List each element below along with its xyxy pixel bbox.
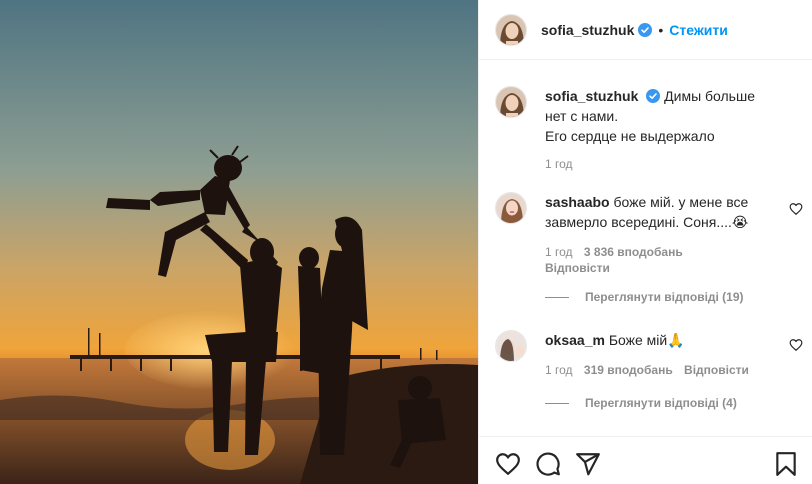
commenter-avatar[interactable] [495,330,527,362]
comment-meta: 1 год 319 вподобань Відповісти [545,362,757,378]
post-photo[interactable] [0,0,478,484]
comment-likes[interactable]: 3 836 вподобань [584,245,683,259]
comment-body: oksaa_m Боже мій🙏 [545,330,775,350]
post-side-panel: sofia_stuzhuk • Стежити sofia_stuzhuk Ди… [478,0,812,484]
caption-line-2: Его сердце не выдержало [545,128,715,144]
comment-bubble-icon[interactable] [535,451,561,477]
view-replies-button[interactable]: Переглянути відповіді (19) [545,290,744,304]
author-avatar[interactable] [495,13,527,46]
heart-icon[interactable] [789,202,803,216]
comment-text: Боже мій🙏 [608,332,685,348]
author-username[interactable]: sofia_stuzhuk [541,22,634,38]
caption-username[interactable]: sofia_stuzhuk [545,88,638,104]
comment-timestamp[interactable]: 1 год [545,245,573,259]
view-replies-label[interactable]: Переглянути відповіді (4) [585,396,737,410]
comment-body: sashaabo боже мій. у мене все завмерло в… [545,192,775,232]
view-replies-button[interactable]: Переглянути відповіді (4) [545,396,737,410]
paper-plane-icon[interactable] [575,451,601,477]
verified-badge-icon [638,22,653,37]
comment-timestamp[interactable]: 1 год [545,363,573,377]
caption-author-avatar[interactable] [495,86,527,118]
post-action-bar [479,436,812,484]
commenter-avatar[interactable] [495,192,527,224]
reply-button[interactable]: Відповісти [684,363,749,377]
comment-username[interactable]: sashaabo [545,194,610,210]
caption-text: sofia_stuzhuk Димы больше нет с нами. Ег… [545,86,775,146]
heart-icon[interactable] [495,451,521,477]
comment-username[interactable]: oksaa_m [545,332,605,348]
bookmark-icon[interactable] [773,451,799,477]
sunset-family-photo [0,0,478,484]
reply-button[interactable]: Відповісти [545,261,610,275]
heart-icon[interactable] [789,338,803,352]
replies-divider [545,402,569,404]
comment-likes[interactable]: 319 вподобань [584,363,673,377]
replies-divider [545,296,569,298]
follow-button[interactable]: Стежити [669,22,728,38]
view-replies-label[interactable]: Переглянути відповіді (19) [585,290,744,304]
caption-timestamp[interactable]: 1 год [545,157,573,171]
post-header: sofia_stuzhuk • Стежити [479,0,812,60]
verified-badge-icon [646,89,661,103]
comment-meta: 1 год 3 836 вподобань Відповісти [545,244,691,276]
header-separator: • [658,21,664,38]
caption-meta: 1 год [545,156,581,172]
comments-list[interactable]: sofia_stuzhuk Димы больше нет с нами. Ег… [479,60,812,436]
